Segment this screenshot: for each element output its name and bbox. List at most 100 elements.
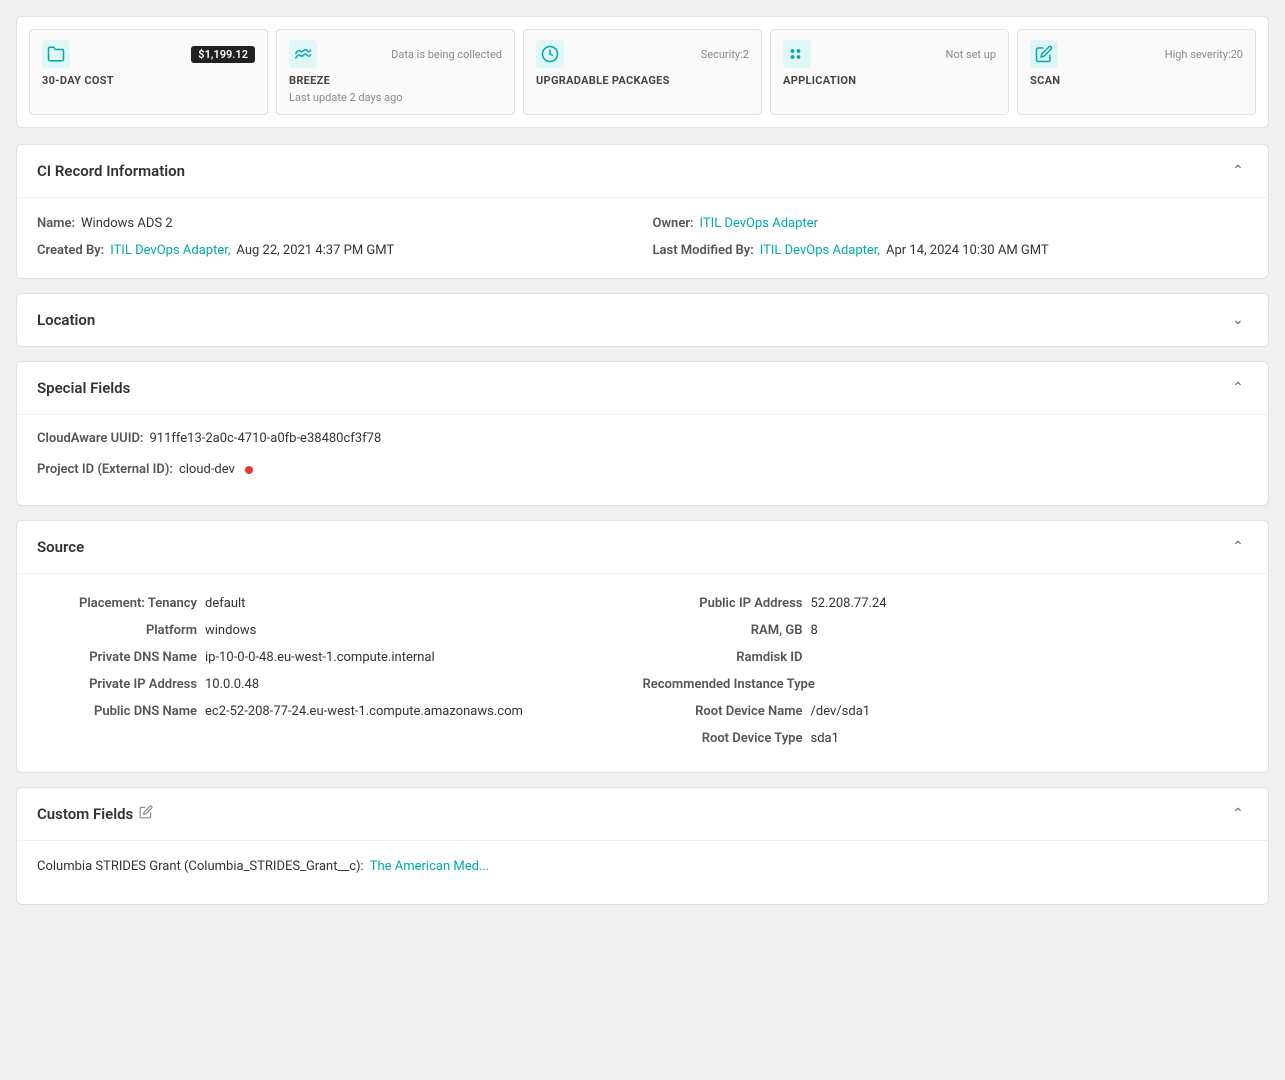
uuid-row: CloudAware UUID: 911ffe13-2a0c-4710-a0fb… bbox=[37, 423, 1248, 454]
ci-record-grid: Name: Windows ADS 2 Owner: ITIL DevOps A… bbox=[37, 206, 1248, 258]
location-title: Location bbox=[37, 311, 95, 329]
source-key: Recommended Instance Type bbox=[643, 677, 815, 692]
ci-modified-value[interactable]: ITIL DevOps Adapter, bbox=[760, 243, 880, 258]
ci-created-value[interactable]: ITIL DevOps Adapter, bbox=[110, 243, 230, 258]
ci-record-section: CI Record Information ⌃ Name: Windows AD… bbox=[16, 144, 1269, 279]
red-dot-indicator bbox=[245, 466, 253, 474]
custom-fields-body: Columbia STRIDES Grant (Columbia_STRIDES… bbox=[17, 840, 1268, 904]
breeze-subtitle: Last update 2 days ago bbox=[289, 91, 502, 104]
ci-record-header[interactable]: CI Record Information ⌃ bbox=[17, 145, 1268, 197]
source-right-row: Recommended Instance Type bbox=[643, 671, 1249, 698]
source-right-row: Ramdisk ID bbox=[643, 644, 1249, 671]
breeze-title: BREEZE bbox=[289, 74, 502, 87]
source-right-row: RAM, GB 8 bbox=[643, 617, 1249, 644]
source-val: default bbox=[205, 596, 245, 611]
metric-card-application[interactable]: Not set up APPLICATION bbox=[770, 29, 1009, 115]
folder-icon bbox=[42, 40, 70, 68]
project-id-label: Project ID (External ID): bbox=[37, 462, 173, 477]
ci-created-date: Aug 22, 2021 4:37 PM GMT bbox=[236, 243, 394, 258]
ci-created-row: Created By: ITIL DevOps Adapter, Aug 22,… bbox=[37, 243, 633, 258]
special-fields-section: Special Fields ⌃ CloudAware UUID: 911ffe… bbox=[16, 361, 1269, 506]
ci-created-label: Created By: bbox=[37, 243, 104, 258]
uuid-label: CloudAware UUID: bbox=[37, 431, 143, 446]
custom-fields-header-inner: Custom Fields bbox=[37, 805, 153, 823]
source-val: ec2-52-208-77-24.eu-west-1.compute.amazo… bbox=[205, 704, 523, 719]
source-header[interactable]: Source ⌃ bbox=[17, 521, 1268, 573]
source-left-row: Private IP Address 10.0.0.48 bbox=[37, 671, 643, 698]
source-key: Placement: Tenancy bbox=[37, 596, 197, 611]
metric-cards-container: $1,199.12 30-DAY COST Data is being coll… bbox=[16, 16, 1269, 128]
custom-fields-section: Custom Fields ⌃ Columbia STRIDES Grant (… bbox=[16, 787, 1269, 905]
source-left-row: Placement: Tenancy default bbox=[37, 590, 643, 617]
source-key: RAM, GB bbox=[643, 623, 803, 638]
source-key: Ramdisk ID bbox=[643, 650, 803, 665]
source-val: ip-10-0-0-48.eu-west-1.compute.internal bbox=[205, 650, 435, 665]
custom-field-row: Columbia STRIDES Grant (Columbia_STRIDES… bbox=[37, 849, 1248, 884]
source-left-row: Platform windows bbox=[37, 617, 643, 644]
source-key: Private IP Address bbox=[37, 677, 197, 692]
location-section: Location ⌄ bbox=[16, 293, 1269, 347]
ci-owner-value[interactable]: ITIL DevOps Adapter bbox=[700, 216, 818, 231]
scan-status: High severity:20 bbox=[1165, 48, 1243, 61]
source-left-row: Public DNS Name ec2-52-208-77-24.eu-west-… bbox=[37, 698, 643, 725]
source-section: Source ⌃ Placement: Tenancy default Platfo… bbox=[16, 520, 1269, 773]
special-fields-title: Special Fields bbox=[37, 379, 130, 397]
ci-record-body: Name: Windows ADS 2 Owner: ITIL DevOps A… bbox=[17, 197, 1268, 278]
clock-icon bbox=[536, 40, 564, 68]
source-val: 10.0.0.48 bbox=[205, 677, 259, 692]
source-val: sda1 bbox=[811, 731, 839, 746]
ci-record-title: CI Record Information bbox=[37, 162, 185, 180]
location-chevron: ⌄ bbox=[1228, 310, 1248, 330]
source-val: windows bbox=[205, 623, 256, 638]
scan-title: SCAN bbox=[1030, 74, 1243, 87]
source-key: Private DNS Name bbox=[37, 650, 197, 665]
application-status: Not set up bbox=[945, 48, 996, 61]
metric-card-cost[interactable]: $1,199.12 30-DAY COST bbox=[29, 29, 268, 115]
custom-fields-header[interactable]: Custom Fields ⌃ bbox=[17, 788, 1268, 840]
source-val: 52.208.77.24 bbox=[811, 596, 887, 611]
cost-title: 30-DAY COST bbox=[42, 74, 255, 87]
wave-icon bbox=[289, 40, 317, 68]
ci-record-chevron: ⌃ bbox=[1228, 161, 1248, 181]
ci-owner-row: Owner: ITIL DevOps Adapter bbox=[653, 216, 1249, 231]
source-right-row: Public IP Address 52.208.77.24 bbox=[643, 590, 1249, 617]
source-key: Public DNS Name bbox=[37, 704, 197, 719]
edit-icon[interactable] bbox=[139, 805, 153, 823]
metric-card-scan[interactable]: High severity:20 SCAN bbox=[1017, 29, 1256, 115]
application-title: APPLICATION bbox=[783, 74, 996, 87]
ci-name-row: Name: Windows ADS 2 bbox=[37, 216, 633, 231]
special-fields-header[interactable]: Special Fields ⌃ bbox=[17, 362, 1268, 414]
source-right-col: Public IP Address 52.208.77.24 RAM, GB 8 Ram… bbox=[643, 590, 1249, 752]
upgradable-status: Security:2 bbox=[701, 48, 749, 61]
special-fields-chevron: ⌃ bbox=[1228, 378, 1248, 398]
source-key: Public IP Address bbox=[643, 596, 803, 611]
source-val: 8 bbox=[811, 623, 818, 638]
source-right-row: Root Device Typesda1 bbox=[643, 725, 1249, 752]
metric-card-breeze[interactable]: Data is being collected BREEZE Last upda… bbox=[276, 29, 515, 115]
upgradable-title: UPGRADABLE PACKAGES bbox=[536, 74, 749, 87]
location-header[interactable]: Location ⌄ bbox=[17, 294, 1268, 346]
project-id-value: cloud-dev bbox=[179, 462, 235, 477]
special-fields-body: CloudAware UUID: 911ffe13-2a0c-4710-a0fb… bbox=[17, 414, 1268, 505]
ci-name-value: Windows ADS 2 bbox=[81, 216, 173, 231]
ci-modified-label: Last Modified By: bbox=[653, 243, 754, 258]
source-key: Root Device Name bbox=[643, 704, 803, 719]
project-id-row: Project ID (External ID): cloud-dev bbox=[37, 454, 1248, 485]
ci-name-label: Name: bbox=[37, 216, 75, 231]
source-key: Platform bbox=[37, 623, 197, 638]
dots-icon bbox=[783, 40, 811, 68]
source-chevron: ⌃ bbox=[1228, 537, 1248, 557]
source-grid: Placement: Tenancy default Platform windows… bbox=[37, 582, 1248, 752]
uuid-value: 911ffe13-2a0c-4710-a0fb-e38480cf3f78 bbox=[149, 431, 381, 446]
metric-card-upgradable[interactable]: Security:2 UPGRADABLE PACKAGES bbox=[523, 29, 762, 115]
source-body: Placement: Tenancy default Platform windows… bbox=[17, 573, 1268, 772]
custom-field-label: Columbia STRIDES Grant (Columbia_STRIDES… bbox=[37, 859, 364, 874]
custom-fields-title: Custom Fields bbox=[37, 805, 133, 823]
source-title: Source bbox=[37, 538, 84, 556]
custom-field-link[interactable]: The American Med... bbox=[370, 859, 490, 874]
breeze-status: Data is being collected bbox=[391, 48, 502, 61]
source-right-row: Root Device Name/dev/sda1 bbox=[643, 698, 1249, 725]
cost-badge: $1,199.12 bbox=[191, 46, 255, 63]
ci-modified-date: Apr 14, 2024 10:30 AM GMT bbox=[886, 243, 1049, 258]
custom-fields-chevron: ⌃ bbox=[1228, 804, 1248, 824]
